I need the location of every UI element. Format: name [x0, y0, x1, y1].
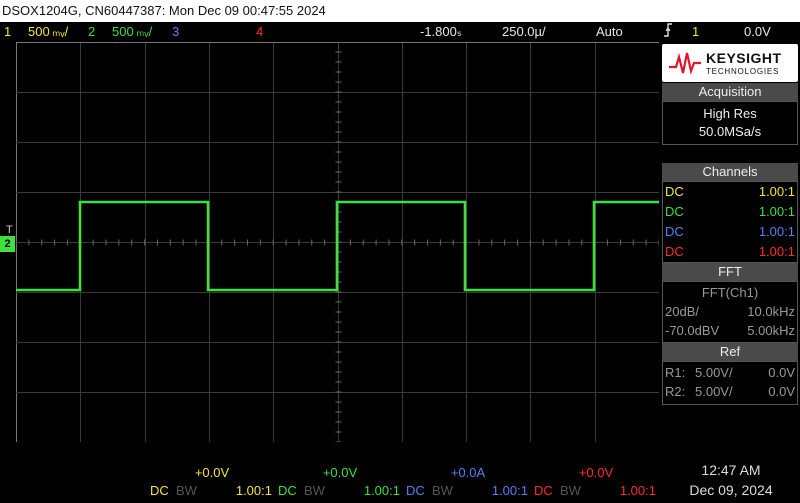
ch2-number[interactable]: 2 [88, 22, 95, 41]
channels-header[interactable]: Channels [662, 163, 798, 181]
logo-brand: KEYSIGHT [706, 50, 782, 66]
sample-rate: 50.0MSa/s [698, 124, 762, 139]
ch2-bottom-info[interactable]: +0.0V DC BW 1.00:1 [276, 463, 404, 501]
ch2-scale[interactable]: 500 ₘᵥ/ [112, 22, 152, 41]
ref-header[interactable]: Ref [662, 343, 798, 361]
logo-subtitle: TECHNOLOGIES [706, 67, 780, 76]
fft-offset-row: -70.0dBV 5.00kHz [665, 323, 795, 338]
trigger-level-marker[interactable]: T [6, 224, 13, 236]
ch2-waveform [16, 200, 659, 292]
acquisition-section: High Res 50.0MSa/s [662, 101, 798, 145]
keysight-logo: KEYSIGHT TECHNOLOGIES [662, 44, 798, 82]
graticule [16, 42, 659, 442]
acquisition-mode: High Res [703, 106, 757, 121]
trigger-level[interactable]: 0.0V [744, 22, 771, 41]
channels-section: DC 1.00:1 DC 1.00:1 DC 1.00:1 DC 1.00:1 [662, 181, 798, 263]
channel-row[interactable]: DC 1.00:1 [665, 203, 795, 221]
time-delay[interactable]: -1.800ₛ [420, 22, 462, 41]
ch4-bottom-info[interactable]: +0.0V DC BW 1.00:1 [532, 463, 660, 501]
ch1-bottom-info[interactable]: +0.0V DC BW 1.00:1 [148, 463, 276, 501]
trigger-mode[interactable]: Auto [596, 22, 623, 41]
time-scale[interactable]: 250.0µ/ [502, 22, 546, 41]
top-status-bar: 1 500 ₘᵥ/ 2 500 ₘᵥ/ 3 4 -1.800ₛ 250.0µ/ … [0, 22, 800, 41]
channel-row[interactable]: DC 1.00:1 [665, 183, 795, 201]
ref-section: R1: 5.00V/0.0V R2: 5.00V/0.0V [662, 361, 798, 405]
ch2-ground-marker[interactable]: 2 [0, 236, 15, 252]
clock: 12:47 AM Dec 09, 2024 [662, 460, 800, 500]
ch1-number[interactable]: 1 [4, 22, 11, 41]
channel-row[interactable]: DC 1.00:1 [665, 223, 795, 241]
ch3-bottom-info[interactable]: +0.0A DC BW 1.00:1 [404, 463, 532, 501]
window-title-bar: DSOX1204G, CN60447387: Mon Dec 09 00:47:… [0, 0, 800, 22]
ref-r1-row: R1: 5.00V/0.0V [665, 365, 795, 380]
ch4-number[interactable]: 4 [256, 22, 263, 41]
ref-r2-row: R2: 5.00V/0.0V [665, 384, 795, 399]
clock-time: 12:47 AM [701, 462, 761, 478]
fft-scale-row: 20dB/10.0kHz [665, 304, 795, 319]
acquisition-header[interactable]: Acquisition [662, 83, 798, 101]
fft-header[interactable]: FFT [662, 263, 798, 281]
channel-row[interactable]: DC 1.00:1 [665, 243, 795, 261]
waveform-display[interactable] [16, 42, 659, 442]
ch3-number[interactable]: 3 [172, 22, 179, 41]
keysight-wave-icon [669, 52, 701, 75]
fft-section: FFT(Ch1) 20dB/10.0kHz -70.0dBV 5.00kHz [662, 281, 798, 343]
ch1-scale[interactable]: 500 ₘᵥ/ [28, 22, 68, 41]
clock-date: Dec 09, 2024 [689, 482, 773, 498]
trigger-edge-icon[interactable] [662, 22, 674, 43]
fft-source: FFT(Ch1) [701, 285, 759, 300]
right-panel: KEYSIGHT TECHNOLOGIES Acquisition High R… [660, 42, 800, 442]
trigger-channel[interactable]: 1 [692, 22, 699, 41]
